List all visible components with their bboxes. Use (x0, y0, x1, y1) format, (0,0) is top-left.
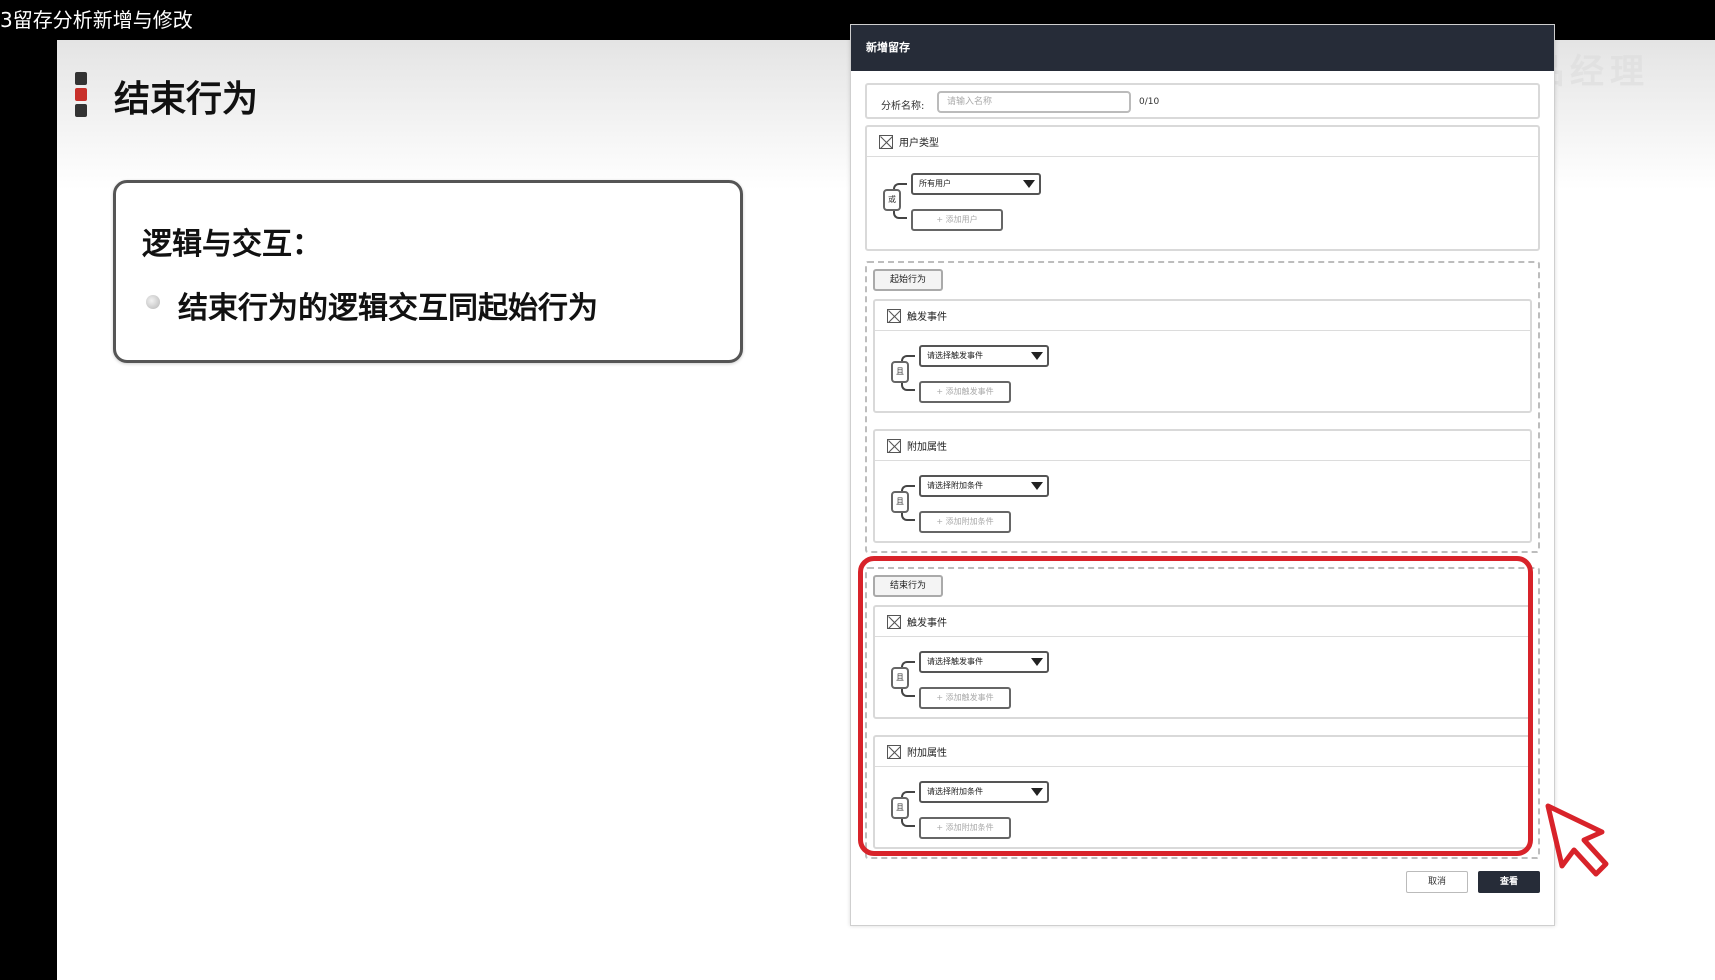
callout-box: 逻辑与交互： 结束行为的逻辑交互同起始行为 (113, 180, 743, 363)
image-placeholder-icon (887, 308, 901, 323)
start-trigger-select[interactable]: 请选择触发事件 (919, 345, 1049, 367)
caret-down-icon (1031, 352, 1043, 360)
cancel-button[interactable]: 取消 (1406, 871, 1468, 893)
image-placeholder-icon (887, 438, 901, 453)
start-trigger-select-value: 请选择触发事件 (927, 351, 983, 360)
and-connector[interactable]: 且 (891, 491, 909, 513)
user-type-header: 用户类型 (867, 127, 1538, 157)
name-label: 分析名称: (881, 101, 925, 112)
start-attr-header: 附加属性 (875, 431, 1530, 461)
title-marker-icon (75, 72, 87, 118)
callout-bullet-text: 结束行为的逻辑交互同起始行为 (178, 291, 598, 326)
user-type-title: 用户类型 (899, 138, 939, 149)
start-attr-panel: 附加属性 且 请选择附加条件 + 添加附加条件 (873, 429, 1532, 543)
pointer-cursor-icon (1545, 803, 1609, 877)
start-trigger-title: 触发事件 (907, 312, 947, 323)
name-row: 分析名称: 请输入名称 0/10 (865, 83, 1540, 119)
start-attr-select[interactable]: 请选择附加条件 (919, 475, 1049, 497)
slide-title: 结束行为 (114, 79, 259, 120)
highlight-outline (858, 556, 1533, 856)
add-trigger-event-button[interactable]: + 添加触发事件 (919, 381, 1011, 403)
or-connector[interactable]: 或 (883, 189, 901, 211)
caret-down-icon (1023, 180, 1035, 188)
view-button[interactable]: 查看 (1478, 871, 1540, 893)
left-letterbox (0, 40, 57, 980)
user-type-select[interactable]: 所有用户 (911, 173, 1041, 195)
start-behavior-section: 起始行为 触发事件 且 请选择触发事件 + 添加触发事件 附加属性 且 请选择附… (865, 261, 1540, 553)
form-header: 新增留存 (851, 25, 1554, 71)
start-trigger-panel: 触发事件 且 请选择触发事件 + 添加触发事件 (873, 299, 1532, 413)
name-input[interactable]: 请输入名称 (937, 91, 1131, 113)
user-type-select-value: 所有用户 (919, 179, 951, 188)
user-type-panel: 用户类型 或 所有用户 + 添加用户 (865, 125, 1540, 251)
start-behavior-tag: 起始行为 (873, 269, 943, 291)
start-attr-select-value: 请选择附加条件 (927, 481, 983, 490)
start-attr-title: 附加属性 (907, 442, 947, 453)
and-connector[interactable]: 且 (891, 361, 909, 383)
name-char-count: 0/10 (1139, 97, 1160, 107)
start-trigger-header: 触发事件 (875, 301, 1530, 331)
bullet-icon (146, 295, 160, 309)
add-user-button[interactable]: + 添加用户 (911, 209, 1003, 231)
caret-down-icon (1031, 482, 1043, 490)
add-attr-condition-button[interactable]: + 添加附加条件 (919, 511, 1011, 533)
callout-heading: 逻辑与交互： (142, 227, 322, 262)
image-placeholder-icon (879, 134, 893, 149)
